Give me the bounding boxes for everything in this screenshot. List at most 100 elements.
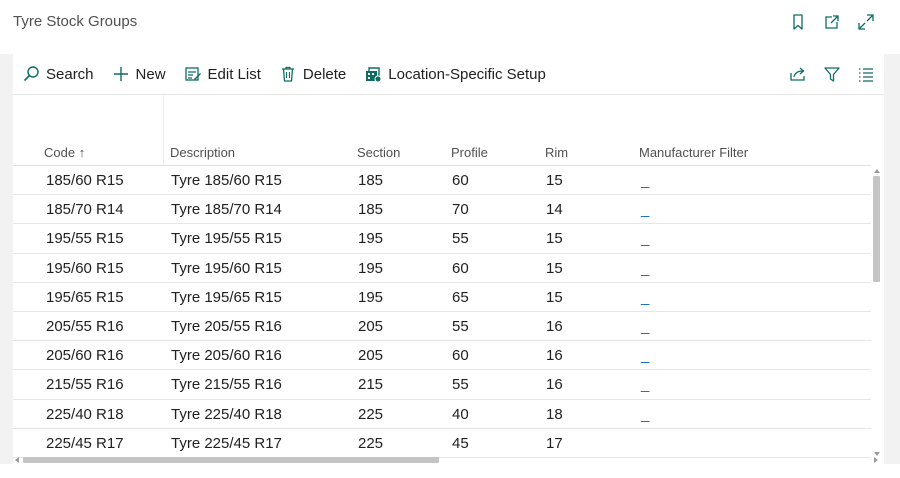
cell-profile: 60	[452, 259, 469, 277]
cell-section: 185	[358, 172, 384, 189]
cell-description: Tyre 205/55 R16	[171, 317, 282, 335]
table-row[interactable]: 195/65 R15 Tyre 195/65 R15 195 65 15 _	[13, 283, 871, 312]
column-header-code-label: Code	[44, 145, 76, 160]
new-label: New	[135, 65, 166, 83]
cell-section: 195	[358, 288, 384, 306]
table-row[interactable]: 185/60 R15 Tyre 185/60 R15 185 60 15 _	[13, 166, 871, 196]
cell-rim: 15	[546, 172, 563, 189]
cell-description: Tyre 225/45 R17	[171, 434, 282, 452]
list-panel: Search New Edit List Delete Location-Spe…	[13, 54, 884, 464]
list-view-icon[interactable]	[856, 64, 876, 84]
table-row[interactable]: 185/70 R14 Tyre 185/70 R14 185 70 14 _	[13, 195, 871, 225]
cell-description: Tyre 205/60 R16	[171, 347, 282, 365]
sort-ascending-icon: ↑	[78, 145, 86, 160]
cell-section: 225	[358, 434, 384, 452]
cell-section: 205	[358, 317, 384, 335]
edit-list-icon	[184, 67, 201, 81]
cell-description: Tyre 195/55 R15	[171, 230, 282, 248]
trash-icon	[281, 66, 294, 82]
open-new-window-icon[interactable]	[822, 12, 842, 32]
cell-manufacturer-filter[interactable]: _	[641, 376, 649, 393]
table-row[interactable]: 215/55 R16 Tyre 215/55 R16 215 55 16 _	[13, 370, 871, 400]
plus-icon	[113, 67, 128, 81]
cell-rim: 16	[546, 347, 563, 365]
cell-manufacturer-filter[interactable]: _	[641, 230, 649, 247]
horizontal-scroll-thumb[interactable]	[23, 457, 439, 463]
table-row[interactable]: 195/55 R15 Tyre 195/55 R15 195 55 15 _	[13, 224, 871, 254]
table-row[interactable]: 225/40 R18 Tyre 225/40 R18 225 40 18 _	[13, 400, 871, 429]
action-bar: Search New Edit List Delete Location-Spe…	[13, 54, 884, 95]
cell-profile: 65	[452, 288, 469, 306]
cell-manufacturer-filter[interactable]: _	[641, 318, 649, 335]
share-icon[interactable]	[788, 64, 808, 84]
location-specific-setup-label: Location-Specific Setup	[388, 65, 546, 83]
location-specific-setup-button[interactable]: Location-Specific Setup	[355, 59, 555, 89]
table-row[interactable]: 225/45 R17 Tyre 225/45 R17 225 45 17	[13, 429, 871, 458]
scroll-up-arrow[interactable]	[874, 169, 880, 173]
cell-rim: 18	[546, 405, 563, 423]
cell-description: Tyre 225/40 R18	[171, 405, 282, 423]
cell-description: Tyre 195/60 R15	[171, 259, 282, 277]
cell-rim: 14	[546, 201, 563, 219]
cell-section: 185	[358, 201, 384, 219]
vertical-scroll-thumb[interactable]	[873, 176, 880, 282]
vertical-scrollbar[interactable]	[872, 166, 882, 458]
cell-description: Tyre 215/55 R16	[171, 376, 282, 394]
column-header-profile[interactable]: Profile	[451, 145, 488, 160]
grid-body: 185/60 R15 Tyre 185/60 R15 185 60 15 _ 185/70 …	[13, 166, 871, 458]
column-header-manufacturer-filter[interactable]: Manufacturer Filter	[639, 145, 748, 160]
cell-code[interactable]: 185/70 R14	[46, 201, 124, 218]
cell-section: 195	[358, 259, 384, 277]
cell-manufacturer-filter[interactable]: _	[641, 347, 649, 364]
cell-code[interactable]: 205/60 R16	[46, 347, 124, 364]
location-setup-icon	[366, 67, 382, 83]
cell-manufacturer-filter[interactable]: _	[641, 260, 649, 277]
edit-list-button[interactable]: Edit List	[175, 59, 270, 89]
cell-code[interactable]: 215/55 R16	[46, 376, 124, 393]
view-actions	[788, 64, 876, 84]
cell-profile: 55	[452, 317, 469, 335]
column-header-code[interactable]: Code ↑	[44, 145, 85, 160]
bookmark-icon[interactable]	[788, 12, 808, 32]
scroll-left-arrow[interactable]	[15, 457, 19, 463]
delete-label: Delete	[302, 65, 347, 83]
cell-code[interactable]: 185/60 R15	[46, 172, 124, 189]
grid-header: Code ↑ Description Section Profile Rim M…	[13, 140, 871, 166]
cell-code[interactable]: 195/65 R15	[46, 289, 124, 306]
cell-code[interactable]: 205/55 R16	[46, 318, 124, 335]
scroll-right-arrow[interactable]	[874, 457, 878, 463]
expand-icon[interactable]	[856, 12, 876, 32]
cell-section: 205	[358, 347, 384, 365]
cell-description: Tyre 185/70 R14	[171, 201, 282, 219]
cell-rim: 15	[546, 230, 563, 248]
cell-manufacturer-filter[interactable]: _	[641, 406, 649, 423]
table-row[interactable]: 205/55 R16 Tyre 205/55 R16 205 55 16 _	[13, 312, 871, 342]
cell-rim: 17	[546, 434, 563, 452]
table-row[interactable]: 205/60 R16 Tyre 205/60 R16 205 60 16 _	[13, 341, 871, 371]
cell-manufacturer-filter[interactable]: _	[641, 289, 649, 306]
cell-manufacturer-filter[interactable]: _	[641, 172, 649, 189]
cell-manufacturer-filter[interactable]: _	[641, 201, 649, 218]
new-button[interactable]: New	[103, 59, 175, 89]
cell-profile: 40	[452, 405, 469, 423]
cell-code[interactable]: 195/55 R15	[46, 230, 124, 247]
filter-icon[interactable]	[822, 64, 842, 84]
horizontal-scrollbar[interactable]	[13, 456, 882, 464]
cell-rim: 15	[546, 288, 563, 306]
cell-profile: 60	[452, 347, 469, 365]
cell-code[interactable]: 195/60 R15	[46, 260, 124, 277]
cell-code[interactable]: 225/40 R18	[46, 406, 124, 423]
search-icon	[23, 66, 39, 82]
delete-button[interactable]: Delete	[270, 59, 355, 89]
search-label: Search	[46, 65, 94, 83]
cell-section: 225	[358, 405, 384, 423]
cell-description: Tyre 195/65 R15	[171, 288, 282, 306]
edit-list-label: Edit List	[207, 65, 261, 83]
search-button[interactable]: Search	[13, 59, 103, 89]
cell-profile: 45	[452, 434, 469, 452]
column-header-rim[interactable]: Rim	[545, 145, 568, 160]
column-header-description[interactable]: Description	[170, 145, 235, 160]
column-header-section[interactable]: Section	[357, 145, 400, 160]
cell-code[interactable]: 225/45 R17	[46, 435, 124, 452]
table-row[interactable]: 195/60 R15 Tyre 195/60 R15 195 60 15 _	[13, 254, 871, 283]
